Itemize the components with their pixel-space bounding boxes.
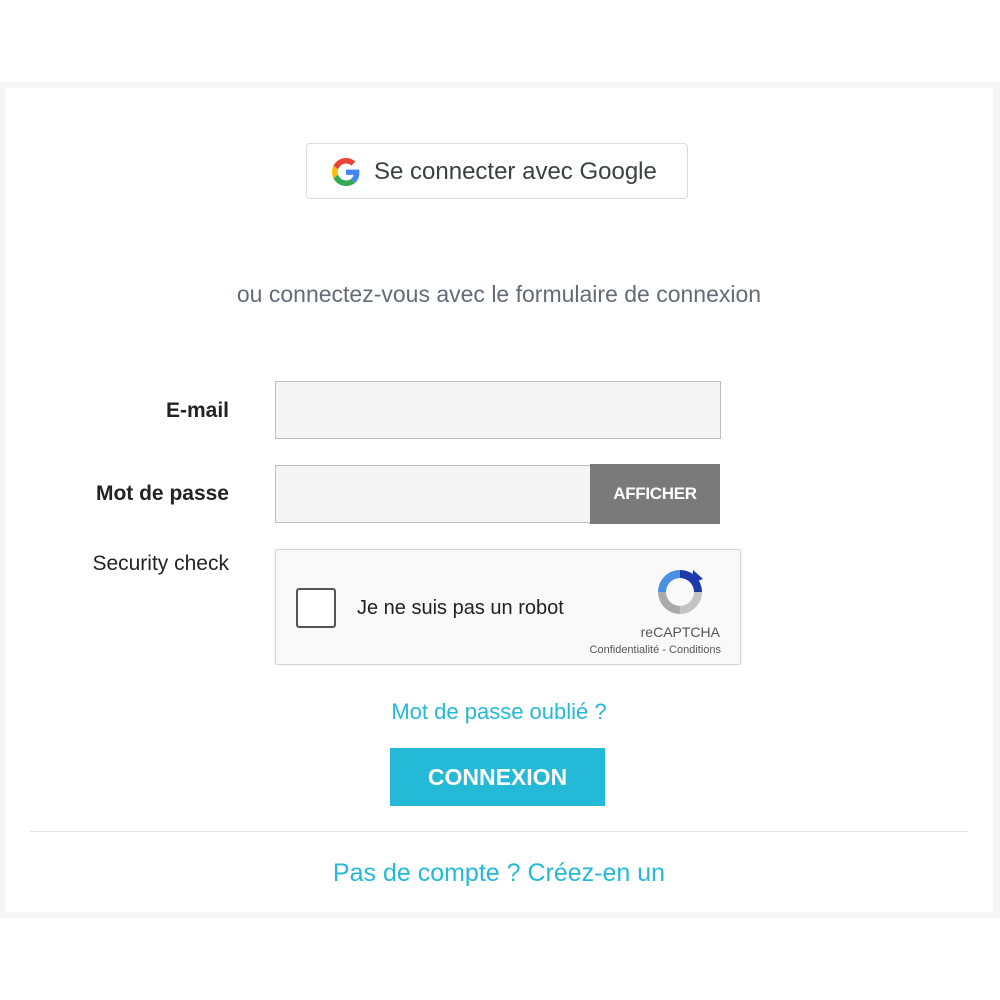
show-password-button[interactable]: AFFICHER xyxy=(590,464,720,524)
recaptcha-conditions-link[interactable]: Conditions xyxy=(669,644,721,656)
recaptcha-privacy-link[interactable]: Confidentialité xyxy=(590,644,660,656)
recaptcha-logo-icon xyxy=(658,570,703,614)
create-account-link[interactable]: Pas de compte ? Créez-en un xyxy=(5,859,993,888)
login-card: Se connecter avec Google ou connectez-vo… xyxy=(5,88,993,912)
recaptcha-terms: Confidentialité - Conditions xyxy=(590,644,721,656)
recaptcha-widget: Je ne suis pas un robot reCAPTCHA Confid… xyxy=(275,549,741,665)
recaptcha-brand: reCAPTCHA xyxy=(640,624,720,640)
page-frame: Se connecter avec Google ou connectez-vo… xyxy=(0,82,1000,918)
google-icon xyxy=(332,158,360,186)
alternative-login-text: ou connectez-vous avec le formulaire de … xyxy=(236,281,762,307)
recaptcha-checkbox[interactable] xyxy=(296,588,336,628)
email-field[interactable] xyxy=(275,381,721,439)
recaptcha-terms-separator: - xyxy=(659,644,670,656)
security-check-label: Security check xyxy=(92,552,229,575)
login-button[interactable]: CONNEXION xyxy=(390,748,605,806)
google-signin-button[interactable]: Se connecter avec Google xyxy=(306,143,688,199)
password-field[interactable] xyxy=(275,465,591,523)
password-label: Mot de passe xyxy=(95,482,229,505)
divider xyxy=(30,831,968,832)
email-label: E-mail xyxy=(165,399,229,422)
recaptcha-label: Je ne suis pas un robot xyxy=(357,597,564,619)
google-signin-label: Se connecter avec Google xyxy=(374,158,657,185)
forgot-password-link[interactable]: Mot de passe oublié ? xyxy=(5,699,993,725)
